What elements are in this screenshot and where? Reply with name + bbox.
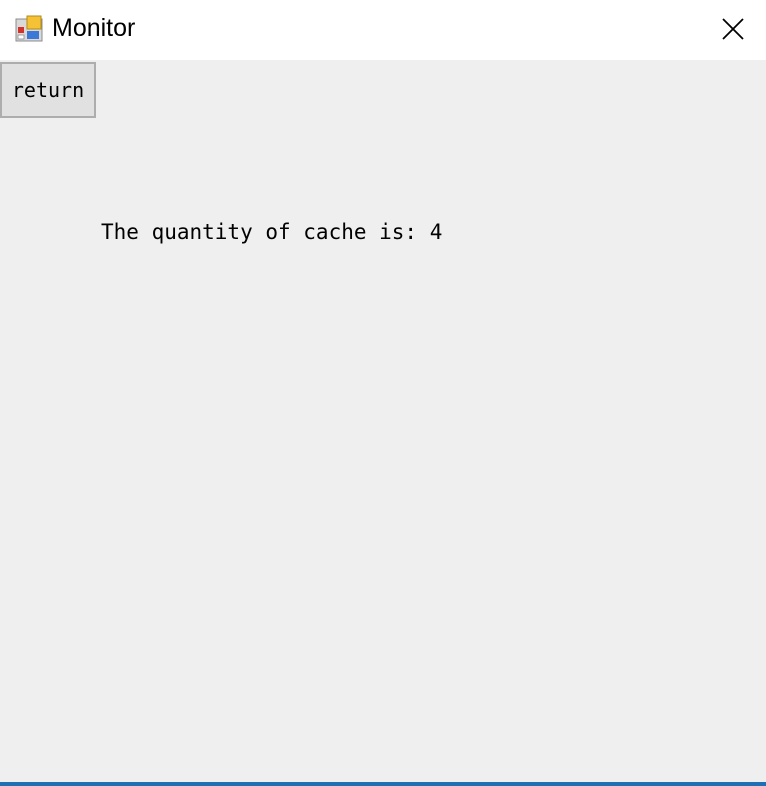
close-icon	[722, 18, 744, 40]
close-button[interactable]	[704, 0, 762, 58]
return-button[interactable]: return	[0, 62, 96, 118]
client-area: return The quantity of cache is: 4	[0, 60, 766, 782]
window-bottom-border	[0, 782, 766, 786]
cache-quantity-label: The quantity of cache is: 4	[101, 220, 443, 244]
window-title: Monitor	[52, 14, 136, 42]
form-app-icon	[15, 15, 43, 43]
title-bar: Monitor	[0, 0, 766, 60]
monitor-window: Monitor return The quantity of cache is:…	[0, 0, 766, 786]
